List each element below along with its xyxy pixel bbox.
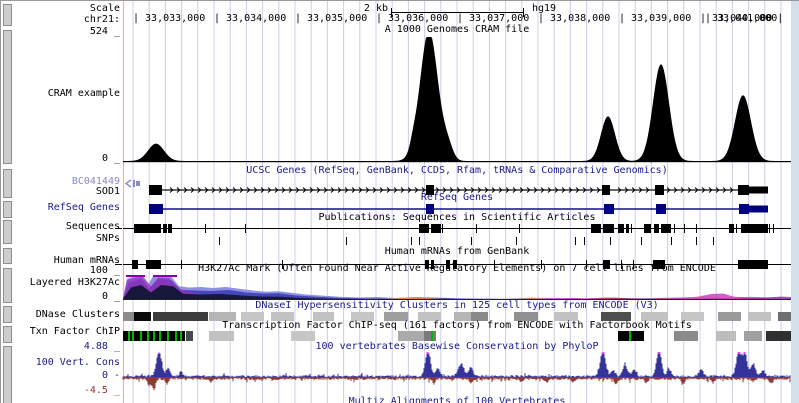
sidebar-item-snps[interactable]: SNPs	[96, 234, 120, 244]
track-drag-handle[interactable]	[3, 248, 12, 264]
sidebar-item-cons[interactable]: 100 Vert. Cons	[36, 358, 120, 368]
cons-zero-value: 0 -	[102, 371, 120, 381]
track-title-cram: A 1000 Genomes CRAM file	[123, 25, 791, 35]
sidebar-item-sod1[interactable]: SOD1	[96, 187, 120, 197]
track-title-refseq: RefSeq Genes	[123, 193, 791, 203]
track-title-multiz: Multiz Alignments of 100 Vertebrates	[123, 397, 791, 403]
track-title-dnase: DNaseI Hypersensitivity Clusters in 125 …	[123, 301, 791, 311]
ruler-tick-label: | 33,038,000	[538, 14, 610, 24]
snps-track[interactable]	[219, 237, 714, 245]
h3k27ac-min-value: 0 _	[102, 292, 120, 302]
track-title-h3k27ac: H3K27Ac Mark (Often Found Near Active Re…	[123, 264, 791, 274]
chrom-label: chr21:	[84, 15, 120, 25]
ruler-tick-label: | 33,035,000	[295, 14, 367, 24]
sidebar-item-sequences[interactable]: Sequences	[66, 222, 120, 232]
h3k27ac-max-value: 100 _	[90, 266, 120, 276]
sidebar-item-cram[interactable]: CRAM example	[48, 89, 120, 99]
track-drag-handle[interactable]	[3, 201, 12, 218]
sidebar-item-h3k27ac[interactable]: Layered H3K27Ac	[30, 278, 120, 288]
ruler-tick-label: | 33,039,000	[619, 14, 691, 24]
ruler-tick-label: | 33,037,000	[457, 14, 529, 24]
cons-min-value: -4.5 _	[84, 386, 120, 396]
scale-label: Scale	[90, 4, 120, 14]
track-drag-handle[interactable]	[3, 346, 12, 403]
cram-max-value: 524 _	[90, 27, 120, 37]
track-title-conservation: 100 vertebrates Basewise Conservation by…	[123, 342, 791, 352]
sequences-track[interactable]	[115, 224, 791, 233]
ruler-tick-label: | 33,034,000	[214, 14, 286, 24]
cons-max-value: 4.88 _	[84, 342, 120, 352]
track-drag-handle[interactable]	[3, 268, 12, 303]
cram-min-value: 0 _	[102, 154, 120, 164]
sidebar-item-refseq[interactable]: RefSeq Genes	[48, 203, 120, 213]
sidebar-item-dnase[interactable]: DNase Clusters	[36, 310, 120, 320]
track-drag-handle[interactable]	[3, 306, 12, 323]
genome-browser-window: Scale chr21: 2 kb hg19 | 33,033,000| 33,…	[0, 0, 799, 403]
track-drag-handle[interactable]	[3, 4, 12, 26]
ruler-tick-label: | 33,033,000	[133, 14, 205, 24]
track-title-ucsc-genes: UCSC Genes (RefSeq, GenBank, CCDS, Rfam,…	[123, 166, 791, 176]
ruler-tick-label: | 33,041,000|	[705, 14, 783, 24]
bc041449-arrow-icon[interactable]	[126, 180, 140, 187]
track-drag-handle[interactable]	[3, 326, 12, 343]
window-right-gutter	[791, 1, 799, 403]
track-drag-handle[interactable]	[3, 30, 12, 164]
track-title-mrna: Human mRNAs from GenBank	[123, 247, 791, 257]
ruler-tick-label: | 33,036,000	[376, 14, 448, 24]
track-title-publications: Publications: Sequences in Scientific Ar…	[123, 213, 791, 223]
track-title-txn: Transcription Factor ChIP-seq (161 facto…	[123, 321, 791, 331]
track-drag-handle[interactable]	[3, 169, 12, 198]
sidebar-item-txn-factor[interactable]: Txn Factor ChIP	[30, 327, 120, 337]
track-drag-handle[interactable]	[3, 220, 12, 244]
